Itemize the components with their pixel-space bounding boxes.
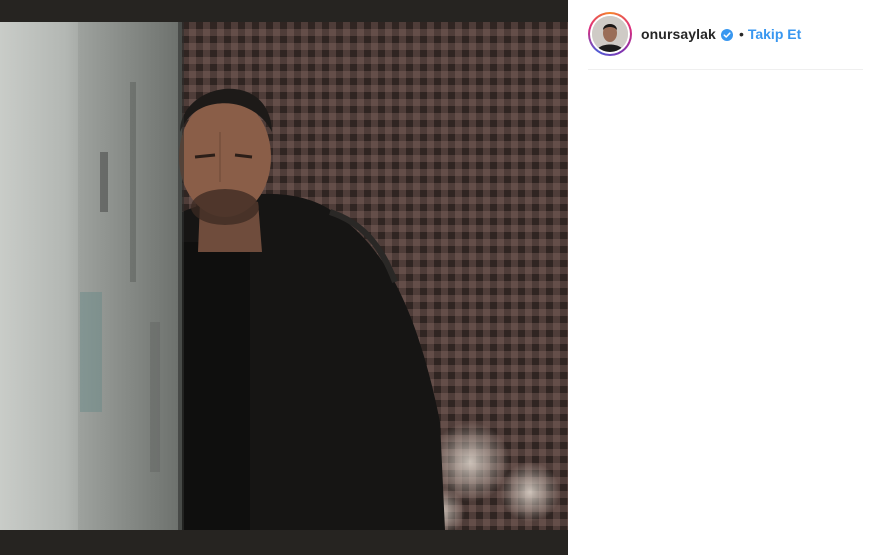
separator-dot: • xyxy=(738,26,744,42)
post-sidebar: onursaylak • Takip Et xyxy=(568,0,871,555)
avatar-border xyxy=(590,14,630,54)
story-ring[interactable] xyxy=(588,12,632,56)
avatar-image xyxy=(592,16,628,52)
header-divider xyxy=(588,69,863,70)
follow-button[interactable]: Takip Et xyxy=(748,26,801,42)
post-header: onursaylak • Takip Et xyxy=(588,8,863,60)
post-photo[interactable] xyxy=(0,22,568,530)
username-link[interactable]: onursaylak xyxy=(641,26,716,42)
avatar[interactable] xyxy=(592,16,628,52)
post-media[interactable] xyxy=(0,0,568,555)
verified-badge-icon xyxy=(720,28,733,41)
